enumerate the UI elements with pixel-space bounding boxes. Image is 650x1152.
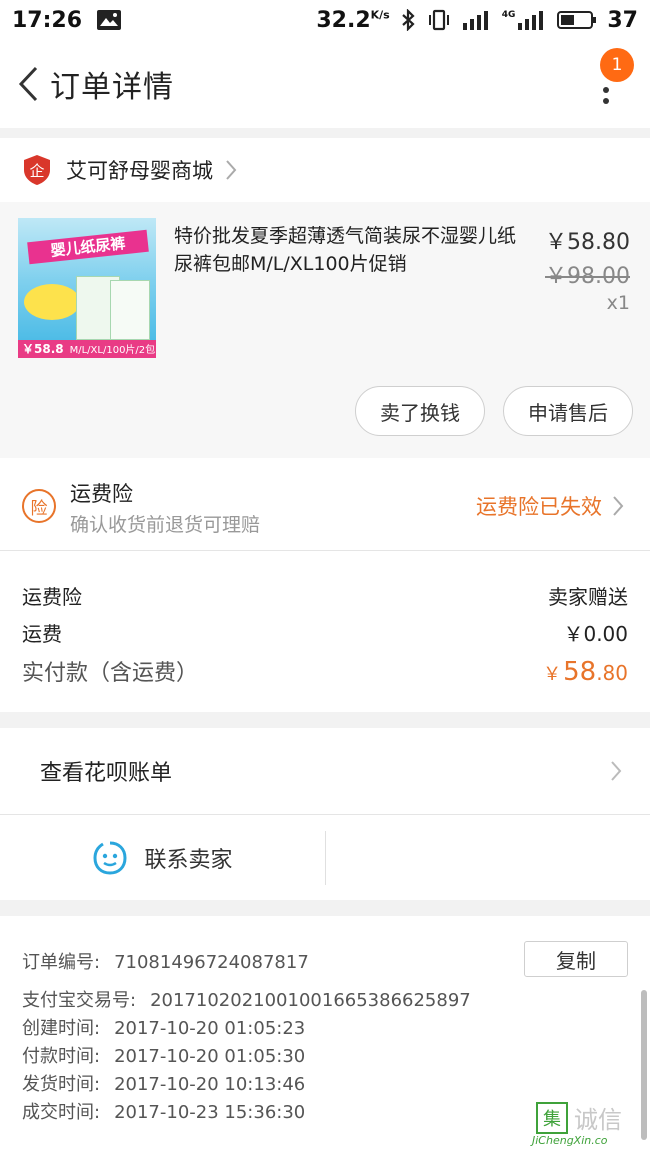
alipay-number-row: 支付宝交易号: 2017102021001001665386625897 (22, 986, 471, 1012)
completed-time-label: 成交时间: (22, 1102, 101, 1123)
chevron-right-icon (611, 761, 622, 781)
network-type: 4G (501, 9, 516, 20)
product-price: ￥58.80 (545, 230, 630, 255)
huabei-bill-row[interactable]: 查看花呗账单 (0, 728, 650, 814)
order-number-row: 订单编号: 71081496724087817 (22, 948, 309, 974)
shop-name: 艾可舒母婴商城 (66, 159, 213, 183)
network-speed: 32.2K/s (316, 7, 390, 33)
watermark-text: 诚信 (574, 1106, 622, 1134)
product-item[interactable]: 婴儿纸尿裤 ￥58.8M/L/XL/100片/2包装 特价批发夏季超薄透气简装尿… (0, 202, 650, 458)
status-time: 17:26 (12, 7, 83, 33)
image-notification-icon (97, 10, 122, 30)
after-sale-button[interactable]: 申请售后 (503, 386, 633, 436)
status-bar: 17:26 32.2K/s 4G 37 (0, 0, 650, 40)
insurance-title: 运费险 (70, 482, 133, 506)
more-icon-dot (603, 98, 609, 104)
vibrate-icon (428, 9, 449, 31)
divider (325, 831, 326, 885)
product-thumbnail[interactable]: 婴儿纸尿裤 ￥58.8M/L/XL/100片/2包装 (18, 218, 156, 358)
thumb-decor (24, 284, 80, 320)
freight-insurance-row[interactable]: 险 运费险 确认收货前退货可理赔 运费险已失效 (0, 458, 650, 550)
watermark: 集 诚信 JiChengXin.co (530, 1100, 648, 1150)
shipped-time-label: 发货时间: (22, 1074, 101, 1095)
fee-value: ￥0.00 (563, 622, 628, 646)
paid-time-label: 付款时间: (22, 1046, 101, 1067)
alipay-number: 2017102021001001665386625897 (150, 990, 471, 1011)
signal-4g-icon (518, 11, 544, 30)
fee-summary: 运费险 卖家赠送 运费 ￥0.00 实付款（含运费） ￥58.80 (0, 550, 650, 712)
total-label: 实付款（含运费） (22, 661, 199, 686)
completed-time: 2017-10-23 15:36:30 (114, 1102, 306, 1123)
shipped-time: 2017-10-20 10:13:46 (114, 1074, 306, 1095)
more-icon (603, 87, 609, 93)
product-original-price: ￥98.00 (545, 264, 630, 289)
shop-row[interactable]: 企 艾可舒母婴商城 (0, 138, 650, 202)
created-time-label: 创建时间: (22, 1018, 101, 1039)
chevron-right-icon (226, 160, 237, 180)
watermark-url: JiChengXin.co (532, 1134, 608, 1147)
fee-label: 运费 (22, 622, 62, 646)
paid-time-row: 付款时间: 2017-10-20 01:05:30 (22, 1042, 305, 1068)
watermark-logo: 集 (536, 1102, 568, 1134)
chevron-right-icon (613, 496, 624, 516)
contact-face-icon (93, 841, 127, 875)
back-button[interactable] (6, 54, 50, 114)
created-time: 2017-10-20 01:05:23 (114, 1018, 306, 1039)
signal-icon (462, 11, 488, 30)
back-arrow-icon (18, 66, 38, 102)
bluetooth-icon (401, 9, 415, 31)
page-title: 订单详情 (50, 70, 174, 105)
total-amount: ￥58.80 (543, 657, 628, 687)
contact-bar: 联系卖家 (0, 814, 650, 900)
sell-button[interactable]: 卖了换钱 (355, 386, 485, 436)
thumb-banner: 婴儿纸尿裤 (27, 229, 149, 265)
created-time-row: 创建时间: 2017-10-20 01:05:23 (22, 1014, 305, 1040)
notification-badge: 1 (600, 48, 634, 82)
product-name: 特价批发夏季超薄透气简装尿不湿婴儿纸尿裤包邮M/L/XL100片促销 (174, 225, 517, 275)
order-number: 71081496724087817 (114, 952, 309, 973)
paid-time: 2017-10-20 01:05:30 (114, 1046, 306, 1067)
fee-row-total: 实付款（含运费） ￥58.80 (22, 655, 628, 687)
battery-level: 37 (607, 7, 638, 33)
contact-seller-button[interactable]: 联系卖家 (0, 815, 325, 901)
completed-time-row: 成交时间: 2017-10-23 15:36:30 (22, 1098, 305, 1124)
title-bar: 订单详情 1 (0, 40, 650, 128)
fee-label: 运费险 (22, 585, 82, 609)
alipay-number-label: 支付宝交易号: (22, 990, 137, 1011)
shipped-time-row: 发货时间: 2017-10-20 10:13:46 (22, 1070, 305, 1096)
fee-row-shipping: 运费 ￥0.00 (22, 618, 628, 647)
huabei-label: 查看花呗账单 (40, 761, 173, 786)
copy-button[interactable]: 复制 (524, 941, 628, 977)
product-quantity: x1 (606, 292, 630, 314)
svg-text:企: 企 (29, 162, 44, 180)
insurance-status: 运费险已失效 (476, 495, 602, 519)
thumb-pack (110, 280, 150, 340)
fee-value: 卖家赠送 (548, 585, 628, 609)
thumb-tagline: ￥58.8M/L/XL/100片/2包装 (18, 340, 156, 358)
battery-icon (557, 11, 597, 29)
order-number-label: 订单编号: (22, 952, 101, 973)
fee-row-insurance: 运费险 卖家赠送 (22, 581, 628, 610)
shop-badge-icon: 企 (24, 155, 50, 185)
insurance-icon: 险 (22, 489, 56, 523)
insurance-description: 确认收货前退货可理赔 (70, 514, 261, 536)
contact-seller-label: 联系卖家 (144, 848, 233, 873)
